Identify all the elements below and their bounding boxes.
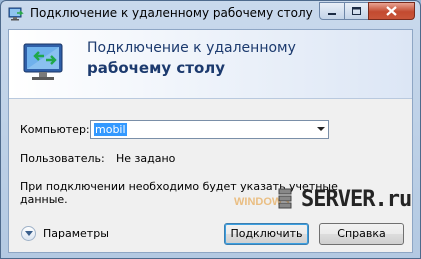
rdp-window: Подключение к удаленному рабочему столу: [0, 0, 421, 259]
options-expander-button[interactable]: [21, 226, 36, 241]
help-button[interactable]: Справка: [319, 223, 404, 245]
maximize-icon: [345, 3, 368, 19]
info-text-line1: При подключении необходимо будет указать…: [20, 180, 338, 193]
chevron-down-icon[interactable]: [317, 127, 325, 131]
remote-desktop-icon: [8, 7, 24, 21]
minimize-button[interactable]: [319, 2, 345, 20]
maximize-button[interactable]: [344, 2, 369, 20]
title-bar[interactable]: Подключение к удаленному рабочему столу: [1, 1, 420, 28]
banner-title-line1: Подключение к удаленному: [87, 40, 296, 56]
remote-desktop-monitor-icon: [23, 43, 63, 80]
info-text-line2: данные.: [20, 193, 68, 206]
computer-input-value[interactable]: mobil: [94, 123, 127, 136]
user-value: Не задано: [116, 152, 176, 165]
window-title: Подключение к удаленному рабочему столу: [30, 6, 313, 20]
minimize-icon: [320, 3, 344, 19]
options-label[interactable]: Параметры: [43, 227, 109, 240]
chevron-down-icon: [25, 231, 33, 236]
computer-combobox[interactable]: mobil: [90, 120, 329, 139]
user-label: Пользователь:: [20, 152, 105, 165]
close-icon: [369, 3, 414, 19]
close-button[interactable]: [368, 2, 415, 20]
computer-label: Компьютер:: [20, 123, 90, 136]
connect-button[interactable]: Подключить: [224, 223, 309, 245]
banner-title-line2: рабочему столу: [87, 59, 226, 77]
header-banner: Подключение к удаленному рабочему столу: [9, 30, 412, 99]
dialog-body: Подключение к удаленному рабочему столу …: [8, 29, 413, 253]
